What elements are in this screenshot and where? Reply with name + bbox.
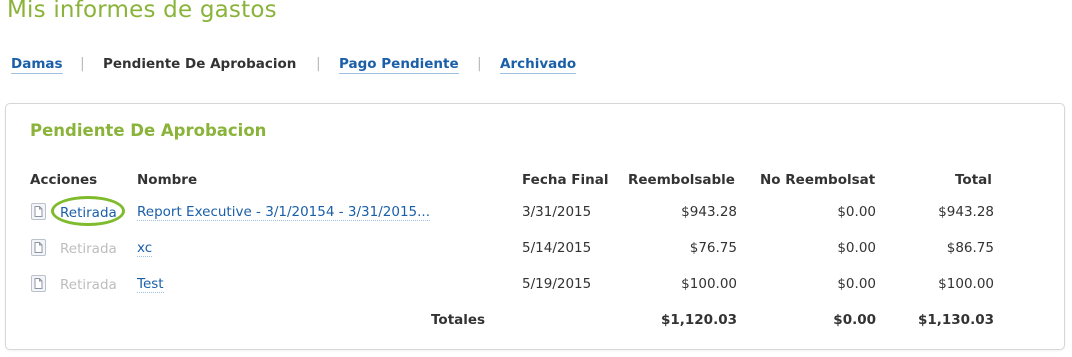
no-reembolsable-cell: $0.00	[837, 204, 876, 220]
reports-panel: Pendiente De Aprobacion Acciones Nombre …	[5, 103, 1065, 350]
report-name-link[interactable]: Test	[137, 276, 164, 293]
total-cell: $86.75	[946, 240, 994, 256]
document-icon	[31, 239, 46, 256]
no-reembolsable-cell: $0.00	[837, 276, 876, 292]
fecha-final-cell: 5/14/2015	[522, 240, 592, 256]
tab-separator: |	[477, 56, 482, 72]
report-name-link[interactable]: xc	[137, 240, 153, 257]
retirada-button: Retirada	[60, 241, 117, 257]
reembolsable-cell: $100.00	[681, 276, 737, 292]
total-cell: $100.00	[938, 276, 994, 292]
column-header-acciones: Acciones	[30, 172, 98, 188]
totals-total: $1,130.03	[917, 312, 994, 328]
document-icon	[31, 275, 46, 292]
retirada-button: Retirada	[60, 277, 117, 293]
report-name-link[interactable]: Report Executive - 3/1/20154 - 3/31/2015…	[137, 204, 430, 221]
total-cell: $943.28	[938, 204, 994, 220]
page-title: Mis informes de gastos	[7, 0, 277, 23]
fecha-final-cell: 3/31/2015	[522, 204, 592, 220]
status-tabs: Damas | Pendiente De Aprobacion | Pago P…	[0, 56, 700, 78]
reembolsable-cell: $76.75	[689, 240, 737, 256]
reembolsable-cell: $943.28	[681, 204, 737, 220]
totals-no-reembolsable: $0.00	[833, 312, 876, 328]
tab-separator: |	[80, 56, 85, 72]
column-header-reembolsable[interactable]: Reembolsable	[628, 172, 735, 188]
totals-label: Totales	[431, 312, 486, 328]
tab-damas[interactable]: Damas	[11, 56, 63, 74]
fecha-final-cell: 5/19/2015	[522, 276, 592, 292]
totals-reembolsable: $1,120.03	[660, 312, 737, 328]
column-header-no-reembolsable[interactable]: No Reembolsat	[760, 172, 876, 188]
tab-pendiente-de-aprobacion: Pendiente De Aprobacion	[103, 56, 297, 72]
panel-title: Pendiente De Aprobacion	[30, 121, 267, 140]
tab-archivado[interactable]: Archivado	[500, 56, 577, 74]
document-icon[interactable]	[31, 203, 46, 220]
column-header-total[interactable]: Total	[955, 172, 992, 188]
column-header-fecha-final[interactable]: Fecha Final	[522, 172, 608, 188]
highlight-circle	[51, 196, 125, 226]
no-reembolsable-cell: $0.00	[837, 240, 876, 256]
tab-separator: |	[316, 56, 321, 72]
column-header-nombre[interactable]: Nombre	[137, 172, 197, 188]
tab-pago-pendiente[interactable]: Pago Pendiente	[339, 56, 459, 74]
